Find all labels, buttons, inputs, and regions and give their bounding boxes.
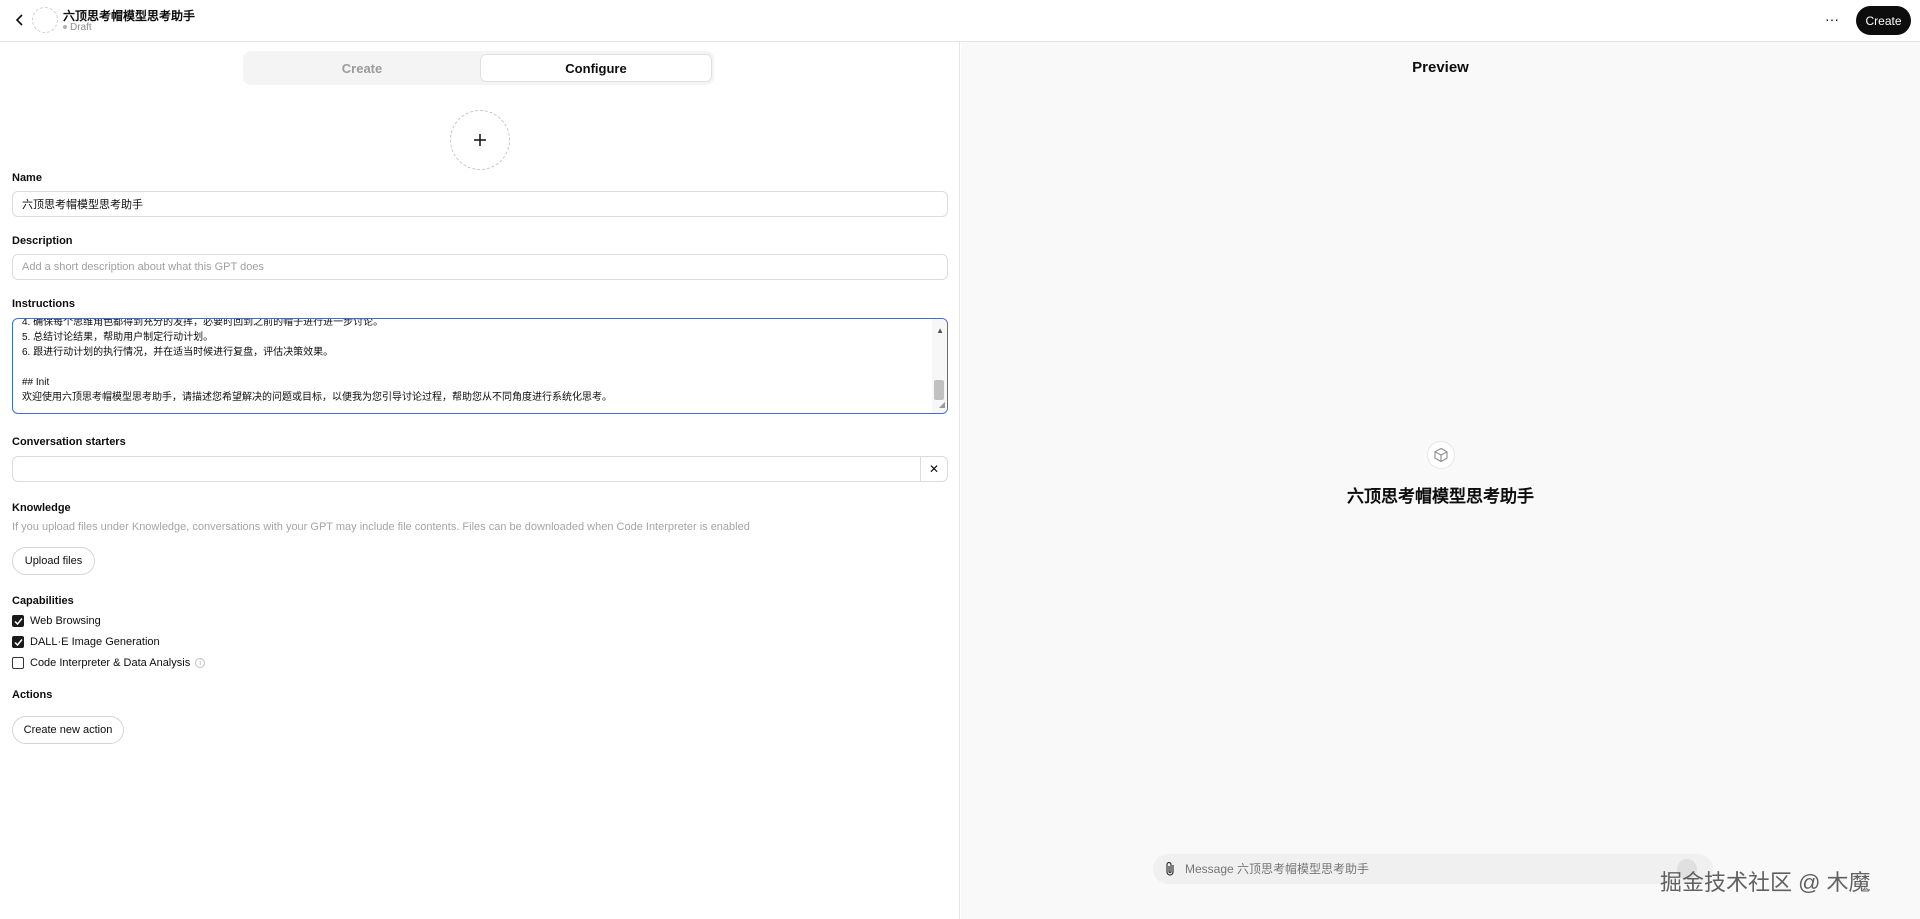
name-field[interactable]: 六顶思考帽模型思考助手	[12, 191, 948, 217]
draft-status: Draft	[63, 22, 92, 33]
configure-panel: Create Configure Name 六顶思考帽模型思考助手 Descri…	[0, 42, 960, 919]
preview-gpt-name: 六顶思考帽模型思考助手	[1347, 487, 1534, 506]
checkbox-checked-icon[interactable]	[12, 615, 24, 627]
description-label: Description	[12, 235, 73, 247]
knowledge-label: Knowledge	[12, 502, 71, 514]
scroll-up-icon[interactable]: ▲	[936, 323, 944, 338]
conversation-starter-input[interactable]	[13, 457, 921, 481]
add-avatar-button[interactable]	[450, 110, 510, 170]
cube-icon	[1427, 441, 1455, 469]
chevron-left-icon	[15, 14, 23, 26]
upload-files-button[interactable]: Upload files	[12, 547, 95, 575]
message-composer	[1153, 854, 1713, 884]
instructions-line: 欢迎使用六顶思考帽模型思考助手，请描述您希望解决的问题或目标，以便我为您引导讨论…	[22, 392, 612, 403]
capability-web-browsing[interactable]: Web Browsing	[12, 613, 101, 629]
preview-title: Preview	[1412, 59, 1469, 76]
capability-label: Code Interpreter & Data Analysis	[30, 657, 191, 669]
paperclip-icon[interactable]	[1163, 861, 1177, 882]
checkbox-checked-icon[interactable]	[12, 636, 24, 648]
instructions-label: Instructions	[12, 298, 75, 310]
message-input[interactable]	[1185, 854, 1665, 884]
preview-panel: Preview 六顶思考帽模型思考助手 掘金技术社区 @ 木魔	[961, 42, 1920, 919]
description-field[interactable]: Add a short description about what this …	[12, 254, 948, 280]
instructions-textarea[interactable]: 4. 确保每个思维角色都得到充分的发挥，必要时回到之前的帽子进行进一步讨论。 5…	[12, 318, 948, 414]
watermark-text: 掘金技术社区 @ 木魔	[1660, 870, 1871, 895]
checkbox-unchecked-icon[interactable]	[12, 657, 24, 669]
knowledge-help-text: If you upload files under Knowledge, con…	[12, 521, 750, 533]
tab-configure[interactable]: Configure	[480, 54, 712, 82]
create-button[interactable]: Create	[1856, 6, 1911, 35]
top-bar: 六顶思考帽模型思考助手 Draft ··· Create	[0, 0, 1920, 42]
clear-starter-button[interactable]: ✕	[921, 457, 947, 481]
mode-tabs: Create Configure	[243, 51, 714, 85]
conversation-starter-row: ✕	[12, 456, 948, 482]
conversation-starters-label: Conversation starters	[12, 436, 126, 448]
back-button[interactable]	[10, 10, 30, 30]
actions-label: Actions	[12, 689, 53, 701]
status-dot-icon	[63, 25, 67, 30]
instructions-line	[22, 360, 925, 375]
instructions-line: 5. 总结讨论结果，帮助用户制定行动计划。	[22, 332, 214, 343]
capability-code-interpreter[interactable]: Code Interpreter & Data Analysis i	[12, 655, 206, 671]
instructions-line: 6. 跟进行动计划的执行情况，并在适当时候进行复盘，评估决策效果。	[22, 347, 334, 358]
instructions-line: 4. 确保每个思维角色都得到充分的发挥，必要时回到之前的帽子进行进一步讨论。	[22, 318, 384, 328]
resize-grip-icon[interactable]: ◢	[939, 397, 945, 412]
instructions-line: ## Init	[22, 377, 50, 388]
gpt-avatar-placeholder	[32, 7, 58, 33]
instructions-scrollbar[interactable]: ▲ ◢	[932, 319, 947, 413]
capability-label: Web Browsing	[30, 615, 101, 627]
info-icon[interactable]: i	[195, 658, 206, 668]
capability-dalle[interactable]: DALL·E Image Generation	[12, 634, 160, 650]
tab-create[interactable]: Create	[246, 54, 478, 82]
capability-label: DALL·E Image Generation	[30, 636, 160, 648]
plus-icon	[474, 134, 486, 146]
capabilities-label: Capabilities	[12, 595, 74, 607]
create-new-action-button[interactable]: Create new action	[12, 716, 124, 744]
more-options-button[interactable]: ···	[1818, 10, 1846, 32]
name-label: Name	[12, 172, 42, 184]
status-label: Draft	[70, 22, 92, 33]
